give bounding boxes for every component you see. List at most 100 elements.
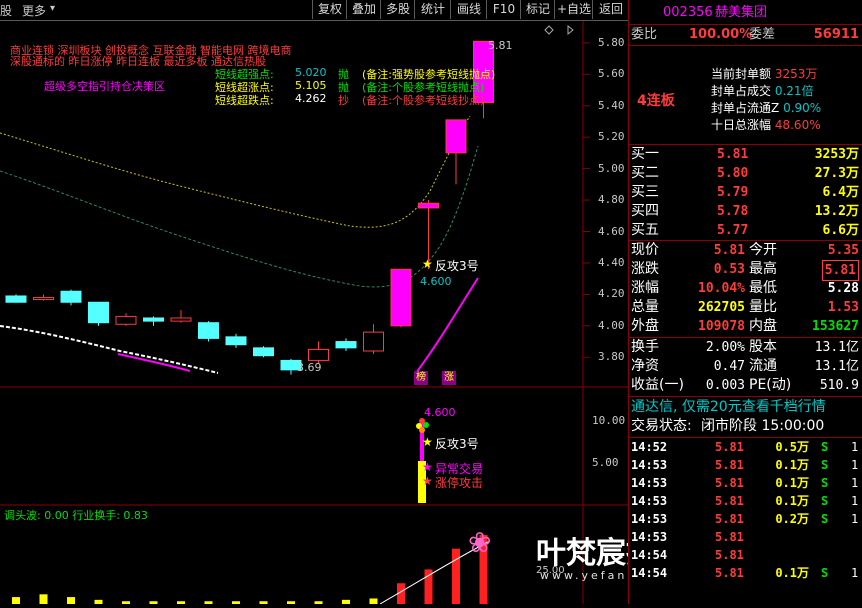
candle-body[interactable] — [418, 202, 439, 209]
bid-row[interactable]: 买四 5.78 13.2万 — [629, 202, 862, 221]
candle-body[interactable] — [198, 322, 219, 339]
volume-bar — [369, 598, 378, 604]
tick-time: 14:53 — [631, 458, 668, 472]
candle-body[interactable] — [308, 348, 329, 361]
quote-value: 10.04% — [698, 281, 745, 296]
fundamental-row: 换手 2.00% 股本 13.1亿 — [629, 338, 862, 357]
toolbar-draw-button[interactable]: 画线 — [450, 0, 487, 19]
tick-count: 1 — [851, 566, 859, 580]
tick-time: 14:54 — [631, 566, 668, 580]
tick-time: 14:52 — [631, 440, 668, 454]
tick-count: 1 — [851, 458, 859, 472]
candle-body[interactable] — [60, 290, 82, 303]
y-axis-tick: 5.80 — [598, 35, 625, 49]
toolbar-stats-button[interactable]: 统计 — [414, 0, 451, 19]
seal-float-value: 0.90% — [783, 101, 822, 115]
tick-volume: 0.1万 — [775, 566, 809, 580]
sub-y-axis-tick: 5.00 — [592, 456, 619, 469]
bid-row[interactable]: 买三 5.79 6.4万 — [629, 183, 862, 202]
diamond-icon[interactable] — [544, 25, 554, 35]
toolbar-f10-button[interactable]: F10 — [486, 0, 521, 19]
fund-label: 股本 — [749, 339, 777, 355]
quote-row: 外盘 109078 内盘 153627 — [629, 317, 862, 336]
kline-chart-area[interactable]: 商业连锁 深圳板块 创投概念 互联金融 智能电网 跨境电商 深股通标的 昨日涨停… — [0, 21, 776, 605]
low-price-label: 3.69 — [297, 361, 322, 374]
candle-body[interactable] — [253, 347, 274, 357]
quote-value: 153627 — [812, 319, 859, 334]
bid-row[interactable]: 买二 5.80 27.3万 — [629, 164, 862, 183]
quote-value: 262705 — [698, 300, 745, 315]
bid-row[interactable]: 买五 5.77 6.6万 — [629, 221, 862, 240]
tick-volume: 0.1万 — [775, 494, 809, 508]
bid-row[interactable]: 买一 5.81 3253万 — [629, 145, 862, 164]
quote-row: 涨跌 0.53 最高 5.81 — [629, 260, 862, 281]
ma-line-magenta-left — [117, 353, 191, 372]
promo-banner[interactable]: 通达信, 仅需20元查看千档行情 — [629, 398, 862, 417]
candle-body[interactable] — [88, 301, 109, 324]
candle-body[interactable] — [170, 317, 192, 322]
bid-price: 5.77 — [717, 223, 749, 238]
seal-amount-value: 3253万 — [774, 67, 818, 81]
tick-price: 5.81 — [715, 440, 744, 454]
fund-value: 2.00% — [705, 340, 745, 355]
toolbar-back-button[interactable]: 返回 — [592, 0, 629, 19]
toolbar-overlay-button[interactable]: 叠加 — [346, 0, 381, 19]
line-note-fall: (备注:个股参考短线抄点) — [362, 94, 485, 107]
order-diff-value: 56911 — [813, 27, 859, 42]
quote-label: 涨幅 — [631, 280, 659, 296]
tick-volume: 0.1万 — [775, 476, 809, 490]
star-icon-2: ★ — [422, 435, 433, 449]
toolbar-more-button[interactable]: 更多 — [22, 2, 46, 19]
tick-row: 14:54 5.81 0.1万 S 1 — [629, 564, 862, 582]
candle-body[interactable] — [390, 268, 412, 327]
quote-label: 最高 — [749, 261, 777, 277]
tick-price: 5.81 — [715, 530, 744, 544]
candle-body[interactable] — [363, 331, 384, 352]
bid-volume: 6.4万 — [822, 185, 859, 200]
line-value-fall: 4.262 — [295, 92, 327, 105]
counter-attack-label: 反攻3号 — [435, 259, 479, 273]
quote-row: 涨幅 10.04% 最低 5.28 — [629, 279, 862, 298]
counter-attack-value: 4.600 — [420, 275, 452, 288]
star-icon-4: ★ — [422, 474, 433, 488]
toolbar-multi-stock-button[interactable]: 多股 — [380, 0, 415, 19]
seal-turnover-label: 封单占成交 — [711, 84, 772, 98]
tick-side: S — [821, 440, 829, 454]
candle-body[interactable] — [143, 317, 164, 322]
tick-side: S — [821, 458, 829, 472]
toolbar-mark-button[interactable]: 标记 — [520, 0, 555, 19]
quote-panel: 002356 赫美集团 委比 100.00% 委差 56911 4连板 当前封单… — [628, 0, 862, 604]
quote-value: 5.81 — [713, 243, 745, 258]
sub-indicator-dot-green — [423, 422, 429, 428]
badge-limit-up[interactable]: 涨 — [442, 371, 456, 385]
expand-icon[interactable] — [567, 24, 574, 36]
quote-value: 1.53 — [827, 300, 859, 315]
toolbar-add-watchlist-button[interactable]: +自选 — [554, 0, 593, 19]
fund-label: 收益(一) — [631, 377, 684, 393]
quote-label: 外盘 — [631, 318, 659, 334]
candle-body[interactable] — [5, 295, 27, 303]
line-tag-fall: 抄 — [338, 94, 349, 107]
candle-body[interactable] — [225, 336, 247, 346]
y-axis-tick: 4.20 — [598, 287, 625, 301]
candle-body[interactable] — [335, 341, 357, 349]
candle-body[interactable] — [33, 297, 54, 301]
tick-price: 5.81 — [715, 476, 744, 490]
ma-line-magenta-right — [415, 277, 479, 374]
badge-list[interactable]: 榜 — [414, 371, 428, 385]
line-value-strong: 5.020 — [295, 66, 327, 79]
promo-text[interactable]: 通达信, 仅需20元查看千档行情 — [631, 398, 826, 417]
volume-bar — [67, 597, 75, 604]
tick-price: 5.81 — [715, 458, 744, 472]
toolbar-adjust-button[interactable]: 复权 — [312, 0, 347, 19]
tick-count: 1 — [851, 476, 859, 490]
candle-body[interactable] — [115, 315, 137, 325]
candle-body[interactable] — [445, 119, 467, 154]
bid-label: 买三 — [631, 184, 659, 200]
trade-state-value: 闭市阶段 15:00:00 — [701, 418, 825, 434]
indicator-title: 超级多空指引持仓决策区 — [44, 80, 165, 93]
toolbar-stock-tab[interactable]: 股 — [0, 2, 12, 19]
tick-row: 14:52 5.81 0.5万 S 1 — [629, 438, 862, 456]
chevron-down-icon[interactable]: ▾ — [50, 3, 55, 14]
y-axis-tick: 5.00 — [598, 161, 625, 175]
